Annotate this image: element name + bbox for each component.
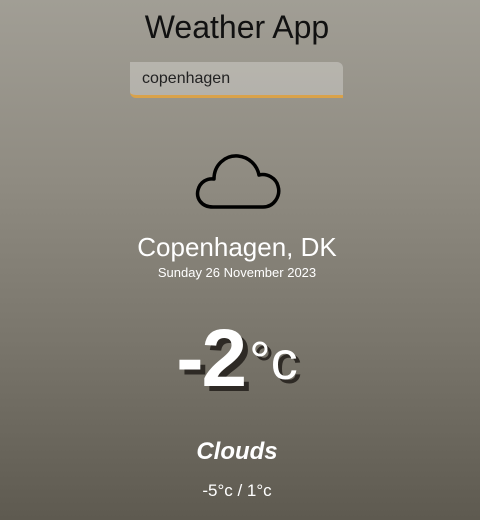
search-input[interactable]: [130, 62, 343, 98]
location-name: Copenhagen, DK: [137, 232, 337, 262]
weather-condition: Clouds: [196, 438, 278, 465]
search-box: [130, 62, 343, 98]
temperature-range: -5°c / 1°c: [202, 481, 272, 500]
temperature-display: -2°c: [0, 318, 474, 400]
weather-app: Weather App Copenhagen, DK Sunday 26 Nov…: [0, 0, 480, 520]
cloud-icon: [193, 148, 285, 214]
current-date: Sunday 26 November 2023: [157, 265, 317, 280]
temperature-value: -2: [176, 313, 247, 404]
temperature-unit: °c: [249, 331, 298, 391]
app-title: Weather App: [144, 9, 330, 45]
